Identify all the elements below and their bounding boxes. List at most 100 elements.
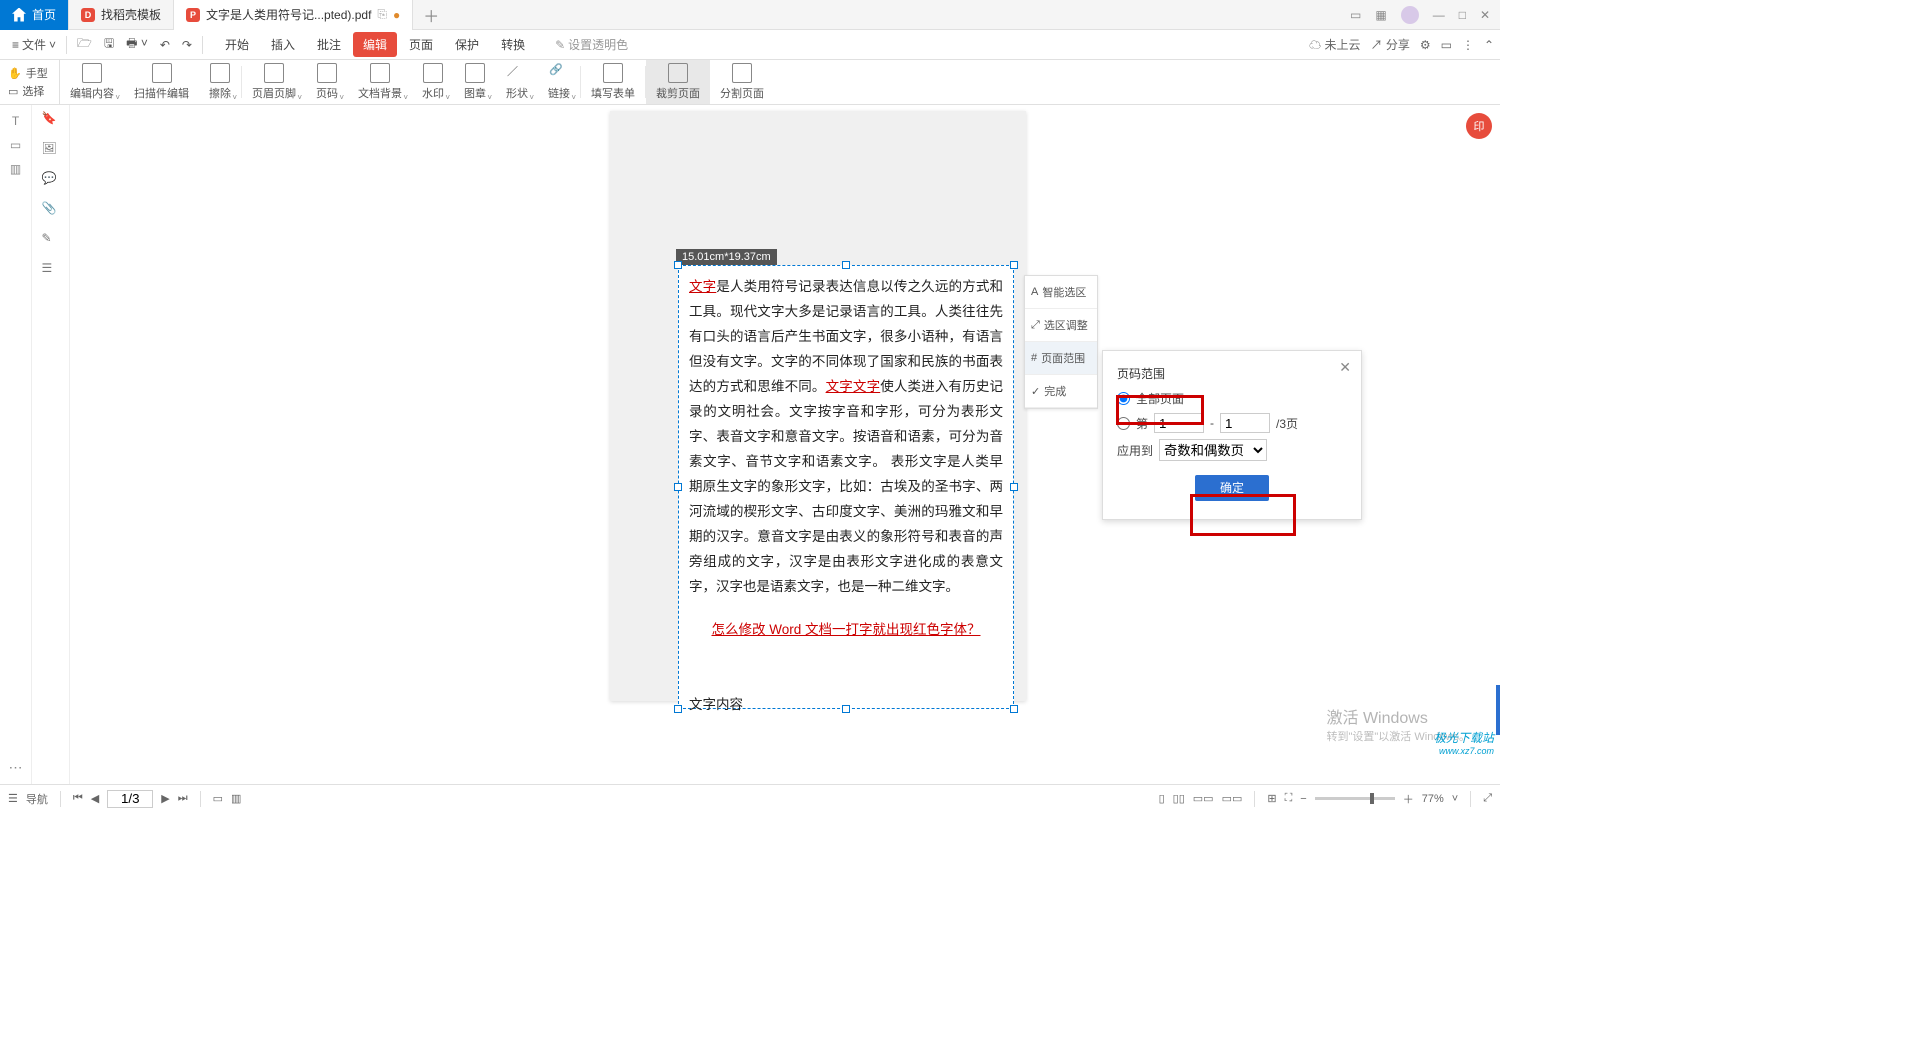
sb-facing2-icon[interactable]: ▭▭ xyxy=(1222,792,1243,805)
rb-headerfooter[interactable]: 页眉页脚˅ xyxy=(242,60,306,104)
sb-last-icon[interactable]: ⏭ xyxy=(178,792,188,805)
comment-icon[interactable]: 💬 xyxy=(42,171,60,189)
tool-text-icon[interactable]: T xyxy=(6,111,26,131)
zoom-value[interactable]: 77% xyxy=(1422,793,1444,805)
sb-view2-icon[interactable]: ▥ xyxy=(231,792,241,805)
mode-hand-label: 手型 xyxy=(26,65,48,81)
sb-nav[interactable]: 导航 xyxy=(26,791,48,807)
tab-insert[interactable]: 插入 xyxy=(261,32,305,57)
rb-stamp[interactable]: 图章˅ xyxy=(454,60,496,104)
chat-icon[interactable]: ▭ xyxy=(1441,38,1452,52)
shape-icon: ／ xyxy=(507,63,527,83)
layout2-icon[interactable]: ▦ xyxy=(1375,8,1386,22)
rb-pagenum[interactable]: 页码˅ xyxy=(306,60,348,104)
range-to-input[interactable] xyxy=(1220,413,1270,433)
rb-erase[interactable]: 擦除˅ xyxy=(199,60,241,104)
sb-fullscreen-icon[interactable]: ⤢ xyxy=(1483,792,1492,805)
sb-crop-icon[interactable]: ⛶ xyxy=(1285,792,1293,805)
signature-icon[interactable]: ✎ xyxy=(42,231,60,249)
apply-select[interactable]: 奇数和偶数页 xyxy=(1159,439,1267,461)
layout1-icon[interactable]: ▭ xyxy=(1350,8,1361,22)
tab-annotate[interactable]: 批注 xyxy=(307,32,351,57)
range-from-input[interactable] xyxy=(1154,413,1204,433)
sb-view1-icon[interactable]: ▭ xyxy=(213,792,223,805)
radio-all[interactable] xyxy=(1117,392,1130,405)
rb-link[interactable]: 🔗链接˅ xyxy=(538,60,580,104)
doc-link[interactable]: 怎么修改 Word 文档一打字就出现红色字体？ xyxy=(689,617,1003,642)
tab-add[interactable]: ＋ xyxy=(413,3,449,27)
sb-facing-icon[interactable]: ▭▭ xyxy=(1193,792,1214,805)
tab-convert[interactable]: 转换 xyxy=(491,32,535,57)
avatar-icon[interactable] xyxy=(1401,6,1419,24)
rb-edit-content[interactable]: 编辑内容˅ xyxy=(60,60,124,104)
mp-smart-select[interactable]: A智能选区 xyxy=(1025,276,1097,309)
more-icon[interactable]: ⋮ xyxy=(1462,38,1474,52)
mp-adjust[interactable]: ⤢选区调整 xyxy=(1025,309,1097,342)
share-button[interactable]: ↗ 分享 xyxy=(1370,36,1409,53)
sb-prev-icon[interactable]: ◀ xyxy=(91,792,99,805)
site-logo: 极光下载站 www.xz7.com xyxy=(1434,729,1494,756)
mp-done[interactable]: ✓完成 xyxy=(1025,375,1097,408)
tool-view-icon[interactable]: ▥ xyxy=(6,159,26,179)
opt-range-row[interactable]: 第 - /3页 xyxy=(1117,413,1347,433)
zoom-in-icon[interactable]: ＋ xyxy=(1403,791,1414,807)
zoom-out-icon[interactable]: − xyxy=(1300,793,1306,805)
cloud-status[interactable]: ☁ 未上云 xyxy=(1309,36,1360,53)
attachment-icon[interactable]: 📎 xyxy=(42,201,60,219)
doc-word1: 文字 xyxy=(689,279,716,294)
gear-icon[interactable]: ⚙ xyxy=(1420,38,1431,52)
sb-page-input[interactable] xyxy=(107,790,153,808)
zoom-dd-icon[interactable]: ˅ xyxy=(1452,793,1458,805)
thumbnail-icon[interactable]: 🖼 xyxy=(42,141,60,159)
collapse-icon[interactable]: ⌃ xyxy=(1484,38,1494,52)
more-dots-icon[interactable]: ⋯ xyxy=(9,759,23,776)
zoom-slider[interactable] xyxy=(1315,797,1395,800)
rb-crop-page[interactable]: 裁剪页面 xyxy=(646,60,710,104)
rb-shape[interactable]: ／形状˅ xyxy=(496,60,538,104)
rb-fillform[interactable]: 填写表单 xyxy=(581,60,645,104)
bookmark-icon[interactable]: 🔖 xyxy=(42,111,60,129)
sb-first-icon[interactable]: ⏮ xyxy=(73,792,83,805)
open-icon[interactable]: 🗁 xyxy=(71,30,98,60)
tab-home[interactable]: 首页 xyxy=(0,0,69,30)
layers-icon[interactable]: ☰ xyxy=(42,261,60,279)
fab-button[interactable]: 印 xyxy=(1466,113,1492,139)
sb-single-icon[interactable]: ▯ xyxy=(1159,792,1165,805)
zoom-thumb[interactable] xyxy=(1370,793,1374,804)
mode-select[interactable]: ▭ 选择 xyxy=(8,83,59,99)
sb-fit-icon[interactable]: ⊞ xyxy=(1267,792,1276,805)
rb-split-page[interactable]: 分割页面 xyxy=(710,60,774,104)
sb-outline-icon[interactable]: ☰ xyxy=(8,792,18,805)
undo-icon[interactable]: ↶ xyxy=(154,30,176,60)
opt-all-row[interactable]: 全部页面 xyxy=(1117,390,1347,407)
bgcolor-tool[interactable]: ✎ 设置透明色 xyxy=(549,30,634,60)
sb-next-icon[interactable]: ▶ xyxy=(161,792,169,805)
tab-pin-icon[interactable]: ⎘ xyxy=(377,7,387,22)
tab-page[interactable]: 页面 xyxy=(399,32,443,57)
radio-range[interactable] xyxy=(1117,417,1130,430)
minimize-icon[interactable]: — xyxy=(1433,8,1445,22)
tab-document[interactable]: P 文字是人类用符号记...pted).pdf ⎘ ● xyxy=(174,0,413,30)
rb-docbg[interactable]: 文档背景˅ xyxy=(348,60,412,104)
sb-cont-icon[interactable]: ▯▯ xyxy=(1173,792,1185,805)
tool-align-icon[interactable]: ▭ xyxy=(6,135,26,155)
close-icon[interactable]: ✕ xyxy=(1480,8,1490,22)
mode-hand[interactable]: ✋ 手型 xyxy=(8,65,59,81)
panel-close-icon[interactable]: ✕ xyxy=(1339,359,1351,376)
rb-scan-edit[interactable]: 扫描件编辑 xyxy=(124,60,199,104)
maximize-icon[interactable]: □ xyxy=(1459,8,1466,22)
tab-protect[interactable]: 保护 xyxy=(445,32,489,57)
save-icon[interactable]: 🖫 xyxy=(98,30,120,60)
menu-hamburger[interactable]: ≡ 文件 ˅ xyxy=(6,30,62,60)
mp-page-range[interactable]: #页面范围 xyxy=(1025,342,1097,375)
confirm-button[interactable]: 确定 xyxy=(1195,475,1269,501)
rb-watermark[interactable]: 水印˅ xyxy=(412,60,454,104)
crop-box[interactable]: 文字是人类用符号记录表达信息以传之久远的方式和工具。现代文字大多是记录语言的工具… xyxy=(678,265,1014,709)
right-tag[interactable] xyxy=(1496,685,1500,735)
template-badge-icon: D xyxy=(81,8,95,22)
tab-start[interactable]: 开始 xyxy=(215,32,259,57)
print-icon[interactable]: 🖶 ˅ xyxy=(120,30,154,60)
tab-template[interactable]: D 找稻壳模板 xyxy=(69,0,174,30)
redo-icon[interactable]: ↷ xyxy=(176,30,198,60)
tab-edit[interactable]: 编辑 xyxy=(353,32,397,57)
